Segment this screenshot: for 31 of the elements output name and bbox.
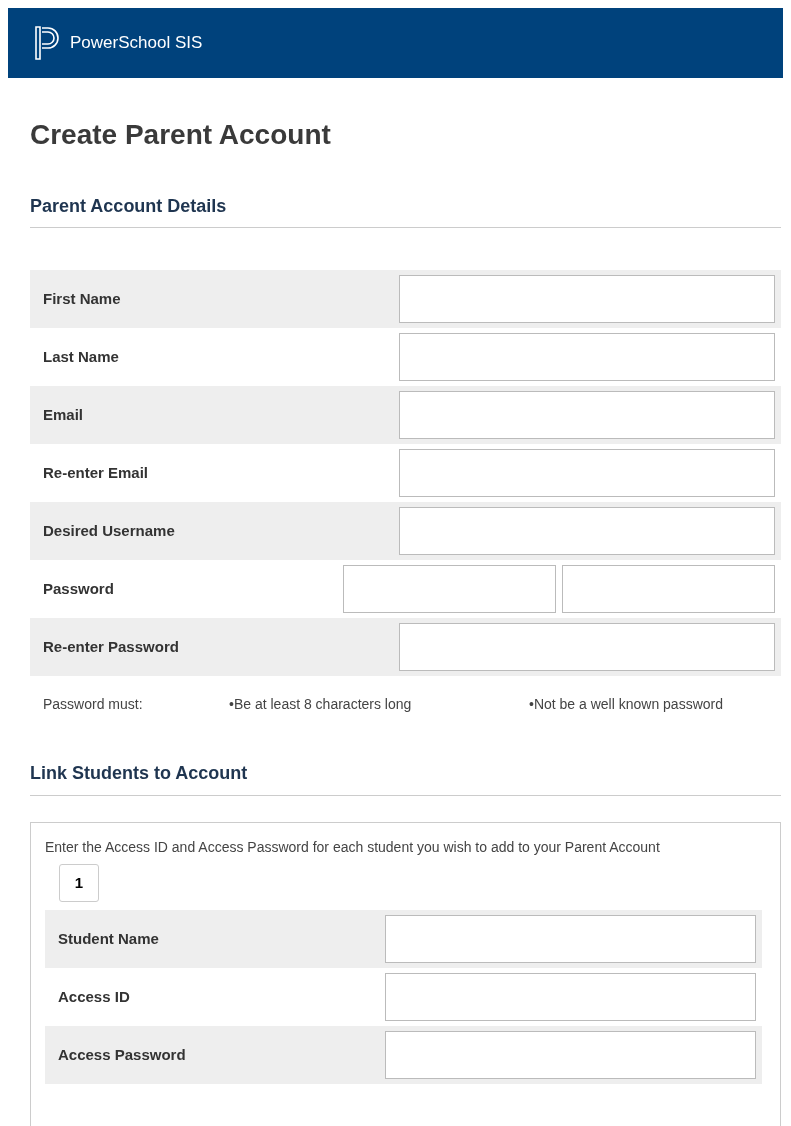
instructions-text: Enter the Access ID and Access Password for each student you wish to add to your Parent Account — [45, 837, 661, 857]
field-label: Access ID — [57, 986, 131, 1007]
input-field[interactable] — [385, 1030, 756, 1079]
input-field[interactable] — [399, 507, 775, 556]
password-rule: •Be at least 8 characters long — [229, 695, 413, 715]
password-field[interactable] — [343, 565, 556, 614]
input-field[interactable] — [385, 972, 756, 1021]
field-label: Re-enter Password — [42, 636, 180, 657]
field-label: Email — [42, 404, 85, 425]
rules-label: Password must: — [43, 695, 144, 715]
field-label: Last Name — [42, 346, 120, 367]
section-heading: Link Students to Account — [30, 763, 781, 796]
logo-icon — [34, 26, 60, 60]
password-strength-field[interactable] — [562, 565, 775, 614]
field-label: Password — [42, 578, 115, 599]
field-label: First Name — [42, 288, 122, 309]
input-field[interactable] — [399, 449, 775, 498]
field-label: Student Name — [57, 928, 160, 949]
input-field[interactable] — [399, 275, 775, 324]
input-field[interactable] — [399, 623, 775, 672]
input-field[interactable] — [399, 391, 775, 440]
app-title: PowerSchool SIS — [70, 32, 203, 55]
password-rule: •Not be a well known password — [529, 695, 723, 715]
input-field[interactable] — [399, 333, 775, 382]
input-field[interactable] — [385, 914, 756, 963]
field-label: Re-enter Email — [42, 462, 150, 483]
section-heading: Parent Account Details — [30, 195, 781, 229]
field-label: Access Password — [57, 1044, 187, 1065]
student-number-button[interactable]: 1 — [59, 863, 99, 902]
field-label: Desired Username — [42, 520, 176, 541]
page-title: Create Parent Account — [30, 118, 332, 152]
